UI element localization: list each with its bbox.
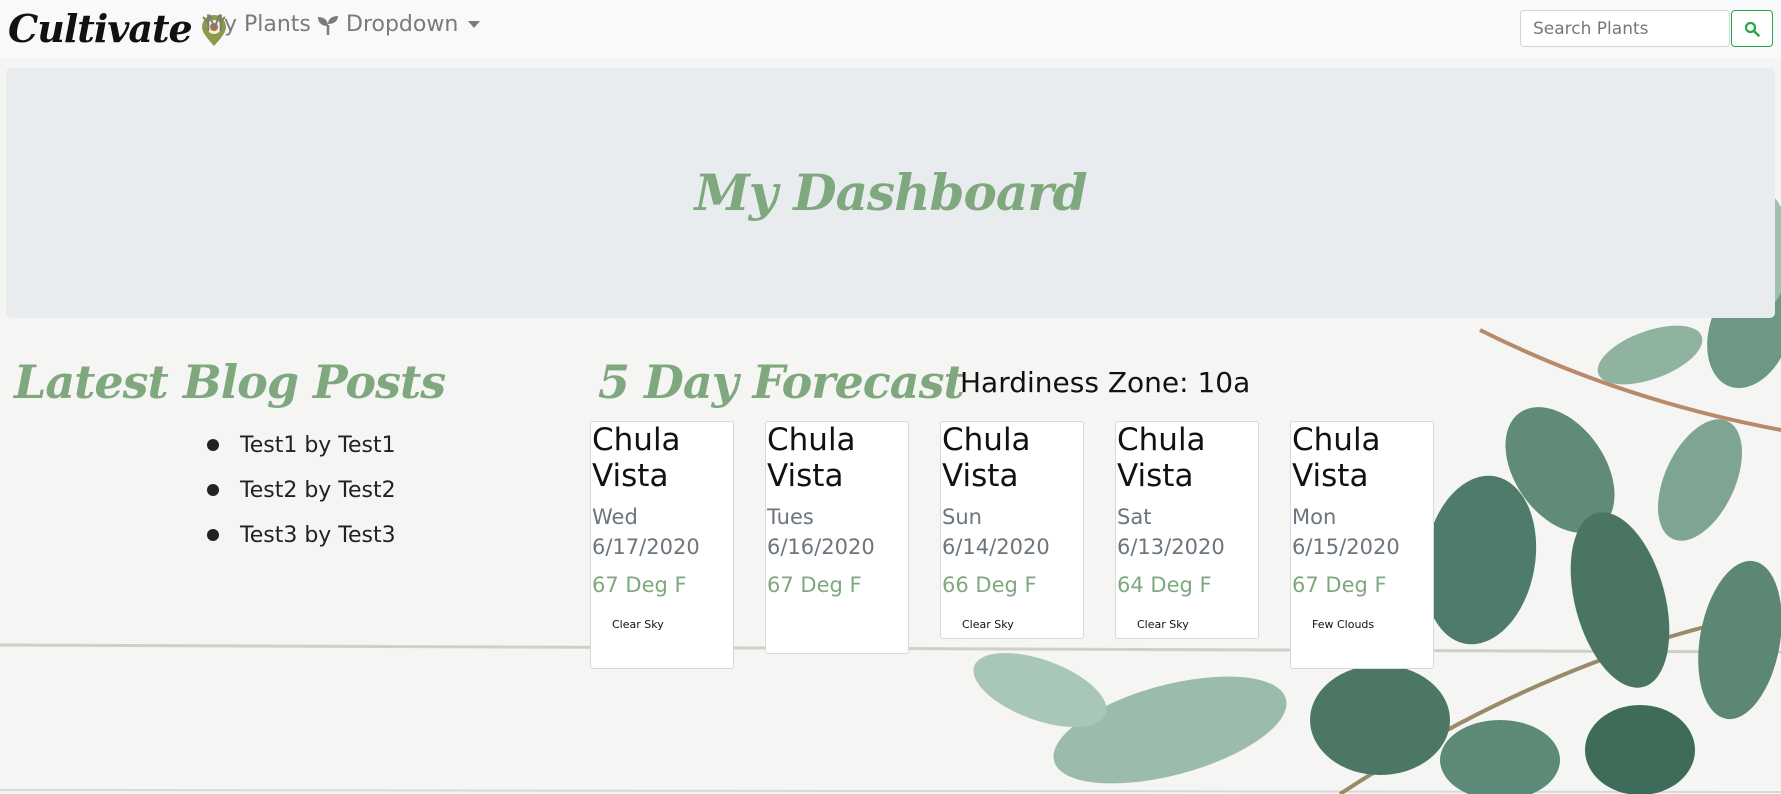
blog-post-item[interactable]: Test3 by Test3 — [207, 518, 396, 563]
forecast-temp: 67 Deg F — [592, 573, 687, 597]
forecast-description: Clear Sky — [612, 618, 664, 631]
forecast-date: Wed 6/17/2020 — [592, 505, 700, 559]
nav-dropdown[interactable]: Dropdown — [346, 12, 481, 37]
forecast-temp: 64 Deg F — [1117, 573, 1212, 597]
brand-name: Cultivate — [8, 5, 193, 51]
forecast-city: Chula Vista — [767, 422, 856, 494]
page-title: My Dashboard — [694, 162, 1087, 222]
dashboard-banner: My Dashboard — [6, 68, 1775, 318]
forecast-card: Chula Vista Mon 6/15/2020 67 Deg F Few C… — [1290, 421, 1434, 669]
forecast-city: Chula Vista — [1117, 422, 1206, 494]
forecast-city: Chula Vista — [1292, 422, 1381, 494]
forecast-city: Chula Vista — [592, 422, 681, 494]
caret-down-icon — [468, 21, 481, 28]
brand[interactable]: Cultivate — [8, 2, 228, 54]
seedling-icon — [317, 15, 338, 35]
search-input[interactable] — [1520, 10, 1730, 47]
forecast-description: Clear Sky — [1137, 618, 1189, 631]
blog-post-list: Test1 by Test1 Test2 by Test2 Test3 by T… — [207, 428, 396, 563]
nav-dropdown-label: Dropdown — [346, 12, 459, 37]
forecast-description — [767, 600, 908, 636]
forecast-description: Clear Sky — [962, 618, 1014, 631]
forecast-date: Sat 6/13/2020 — [1117, 505, 1225, 559]
forecast-card: Chula Vista Sun 6/14/2020 66 Deg F Clear… — [940, 421, 1084, 639]
forecast-date: Mon 6/15/2020 — [1292, 505, 1400, 559]
forecast-section-title: 5 Day Forecast — [598, 355, 965, 409]
forecast-temp: 66 Deg F — [942, 573, 1037, 597]
forecast-temp: 67 Deg F — [767, 573, 862, 597]
forecast-date: Tues 6/16/2020 — [767, 505, 875, 559]
forecast-temp: 67 Deg F — [1292, 573, 1387, 597]
navbar: Cultivate My Plants Dropdown — [0, 0, 1781, 58]
forecast-card: Chula Vista Tues 6/16/2020 67 Deg F — [765, 421, 909, 654]
search-button[interactable] — [1731, 10, 1773, 47]
nav-my-plants-label: My Plants — [205, 12, 311, 37]
blog-post-item[interactable]: Test1 by Test1 — [207, 428, 396, 473]
nav-my-plants[interactable]: My Plants — [205, 12, 339, 37]
forecast-city: Chula Vista — [942, 422, 1031, 494]
hardiness-zone: Hardiness Zone: 10a — [960, 366, 1251, 399]
forecast-card: Chula Vista Sat 6/13/2020 64 Deg F Clear… — [1115, 421, 1259, 639]
blog-post-item[interactable]: Test2 by Test2 — [207, 473, 396, 518]
forecast-description: Few Clouds — [1312, 618, 1375, 631]
blog-section-title: Latest Blog Posts — [14, 355, 446, 409]
forecast-date: Sun 6/14/2020 — [942, 505, 1050, 559]
forecast-card: Chula Vista Wed 6/17/2020 67 Deg F Clear… — [590, 421, 734, 669]
search-icon — [1744, 21, 1760, 37]
